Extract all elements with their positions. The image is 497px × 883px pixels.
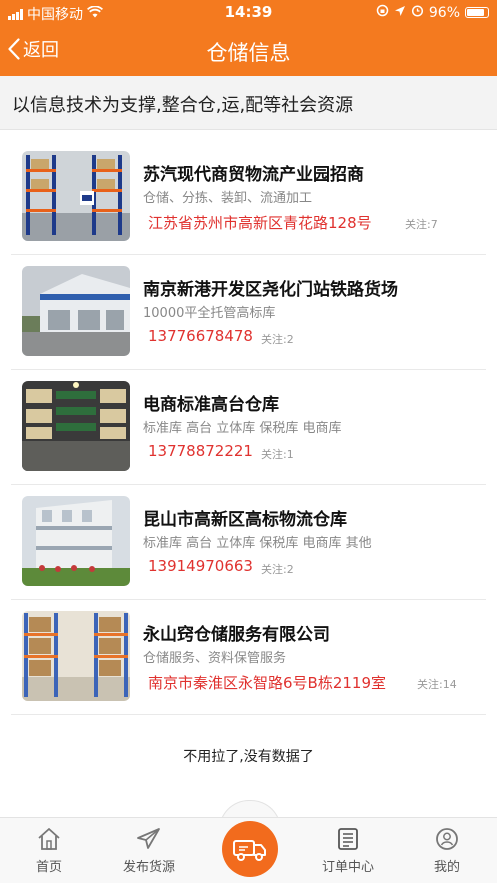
truck-icon (233, 840, 266, 861)
warehouse-tags: 标准库 高台 立体库 保税库 电商库 其他 (143, 536, 372, 551)
battery-icon (465, 7, 489, 18)
tab-orders-label: 订单中心 (321, 860, 374, 875)
warehouse-address: 江苏省苏州市高新区青花路128号 (148, 214, 372, 232)
location-icon (394, 5, 406, 21)
list-item[interactable]: 永山窍仓储服务有限公司 仓储服务、资料保管服务 南京市秦淮区永智路6号B栋211… (11, 600, 486, 715)
phone-number: 13778872221 (148, 442, 253, 460)
tab-publish-label: 发布货源 (122, 860, 175, 875)
page-title: 仓储信息 (206, 41, 291, 65)
order-list-icon (303, 826, 393, 852)
warehouse-tags: 仓储服务、资料保管服务 (143, 651, 287, 666)
warehouse-photo (22, 381, 130, 471)
warehouse-address: 南京市秦淮区永智路6号B栋2119室 (148, 674, 387, 692)
list-item[interactable]: 电商标准高台仓库 标准库 高台 立体库 保税库 电商库 13778872221 … (11, 370, 486, 485)
status-bar: 中国移动 14:39 96% (0, 0, 497, 26)
warehouse-name: 南京新港开发区尧化门站铁路货场 (143, 280, 398, 300)
warehouse-list: 苏汽现代商贸物流产业园招商 仓储、分拣、装卸、流通加工 江苏省苏州市高新区青花路… (0, 140, 497, 715)
follow-count: 关注:7 (405, 218, 438, 231)
follow-count: 关注:14 (417, 678, 457, 691)
chevron-left-icon (8, 38, 20, 60)
center-truck-button[interactable] (222, 821, 278, 877)
battery-percent: 96% (428, 4, 460, 21)
list-item[interactable]: 南京新港开发区尧化门站铁路货场 10000平全托管高标库 13776678478… (11, 255, 486, 370)
follow-count: 关注:2 (261, 333, 294, 346)
warehouse-photo (22, 496, 130, 586)
slogan-banner: 以信息技术为支撑,整合仓,运,配等社会资源 (0, 76, 497, 130)
warehouse-tags: 仓储、分拣、装卸、流通加工 (143, 191, 313, 206)
warehouse-name: 昆山市高新区高标物流仓库 (143, 510, 347, 530)
user-icon (402, 826, 492, 852)
tab-home[interactable]: 首页 (4, 826, 94, 875)
header-bar: 中国移动 14:39 96% 返回 仓储信息 (0, 0, 497, 76)
nav-bar: 返回 仓储信息 (0, 26, 497, 76)
tab-publish[interactable]: 发布货源 (104, 826, 194, 875)
tab-orders[interactable]: 订单中心 (303, 826, 393, 875)
warehouse-tags: 10000平全托管高标库 (143, 306, 276, 321)
follow-count: 关注:2 (261, 563, 294, 576)
tab-mine[interactable]: 我的 (402, 826, 492, 875)
warehouse-photo (22, 151, 130, 241)
warehouse-name: 电商标准高台仓库 (143, 395, 279, 415)
phone-number: 13776678478 (148, 327, 253, 345)
tab-mine-label: 我的 (433, 860, 460, 875)
phone-number: 13914970663 (148, 557, 253, 575)
warehouse-photo (22, 266, 130, 356)
list-item[interactable]: 苏汽现代商贸物流产业园招商 仓储、分拣、装卸、流通加工 江苏省苏州市高新区青花路… (11, 140, 486, 255)
tab-home-label: 首页 (35, 860, 62, 875)
alarm-icon (411, 4, 424, 21)
rotation-lock-icon (376, 4, 389, 21)
paper-plane-icon (104, 826, 194, 852)
home-icon (4, 826, 94, 852)
follow-count: 关注:1 (261, 448, 294, 461)
slogan-text: 以信息技术为支撑,整合仓,运,配等社会资源 (12, 95, 354, 116)
back-button[interactable]: 返回 (8, 36, 59, 62)
warehouse-name: 苏汽现代商贸物流产业园招商 (143, 165, 364, 185)
back-label: 返回 (23, 40, 59, 61)
list-item[interactable]: 昆山市高新区高标物流仓库 标准库 高台 立体库 保税库 电商库 其他 13914… (11, 485, 486, 600)
warehouse-name: 永山窍仓储服务有限公司 (143, 625, 330, 645)
warehouse-photo (22, 611, 130, 701)
no-more-data-note: 不用拉了,没有数据了 (183, 749, 314, 765)
warehouse-tags: 标准库 高台 立体库 保税库 电商库 (143, 421, 342, 436)
